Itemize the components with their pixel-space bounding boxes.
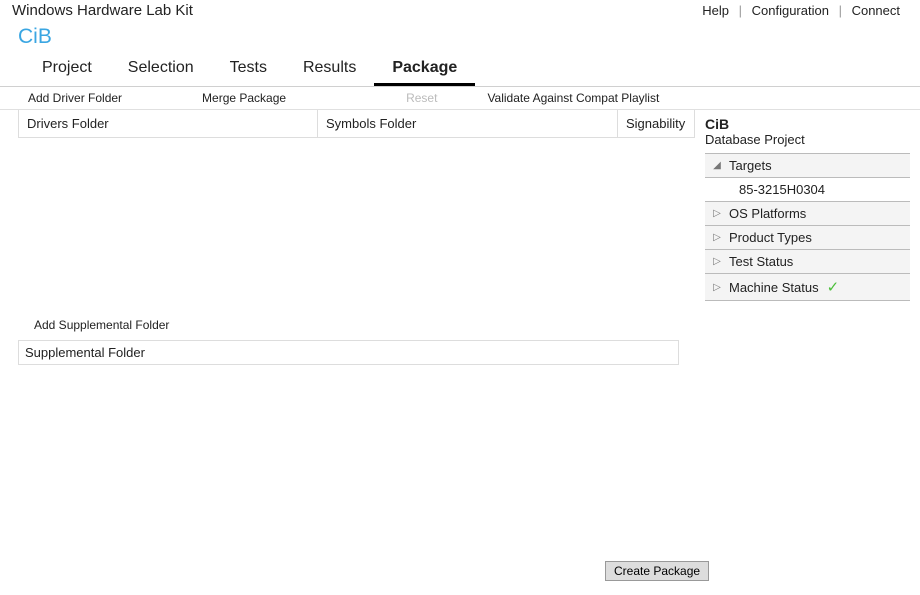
chevron-right-icon: ▷ [711, 208, 723, 219]
supplemental-folder-header: Supplemental Folder [18, 340, 679, 365]
tab-package[interactable]: Package [374, 55, 475, 86]
product-types-header[interactable]: ▷ Product Types [705, 226, 910, 250]
machine-status-label: Machine Status [729, 280, 819, 295]
help-link[interactable]: Help [702, 3, 729, 18]
os-platforms-header[interactable]: ▷ OS Platforms [705, 202, 910, 226]
panel-subtitle: Database Project [705, 132, 910, 153]
column-signability: Signability [618, 110, 695, 137]
product-types-label: Product Types [729, 230, 812, 245]
tab-results[interactable]: Results [285, 55, 374, 86]
check-icon: ✓ [827, 278, 840, 296]
tab-tests[interactable]: Tests [212, 55, 285, 86]
machine-status-header[interactable]: ▷ Machine Status ✓ [705, 274, 910, 301]
configuration-link[interactable]: Configuration [752, 3, 829, 18]
merge-package-button[interactable]: Merge Package [202, 91, 286, 105]
tab-project[interactable]: Project [24, 55, 110, 86]
column-symbols-folder: Symbols Folder [318, 110, 618, 137]
targets-label: Targets [729, 158, 772, 173]
panel-title: CiB [705, 110, 910, 132]
chevron-right-icon: ▷ [711, 282, 723, 293]
chevron-right-icon: ▷ [711, 232, 723, 243]
header-links: Help | Configuration | Connect [696, 3, 906, 18]
chevron-down-icon: ◢ [711, 160, 723, 171]
column-drivers-folder: Drivers Folder [18, 110, 318, 137]
tabs: Project Selection Tests Results Package [0, 55, 920, 87]
chevron-right-icon: ▷ [711, 256, 723, 267]
os-platforms-label: OS Platforms [729, 206, 806, 221]
tab-selection[interactable]: Selection [110, 55, 212, 86]
reset-button: Reset [406, 91, 437, 105]
right-panel: CiB Database Project ◢ Targets 85-3215H0… [695, 110, 920, 365]
validate-button[interactable]: Validate Against Compat Playlist [487, 91, 659, 105]
add-driver-folder-button[interactable]: Add Driver Folder [28, 91, 122, 105]
project-title: CiB [0, 19, 920, 55]
subtoolbar: Add Driver Folder Merge Package Reset Va… [0, 87, 920, 110]
test-status-header[interactable]: ▷ Test Status [705, 250, 910, 274]
app-title: Windows Hardware Lab Kit [12, 2, 193, 19]
test-status-label: Test Status [729, 254, 793, 269]
separator: | [739, 3, 742, 18]
separator: | [839, 3, 842, 18]
target-item[interactable]: 85-3215H0304 [705, 178, 910, 202]
targets-header[interactable]: ◢ Targets [705, 154, 910, 178]
create-package-button[interactable]: Create Package [605, 561, 709, 581]
connect-link[interactable]: Connect [852, 3, 900, 18]
add-supplemental-folder-button[interactable]: Add Supplemental Folder [0, 314, 695, 336]
left-panel: Drivers Folder Symbols Folder Signabilit… [0, 110, 695, 365]
